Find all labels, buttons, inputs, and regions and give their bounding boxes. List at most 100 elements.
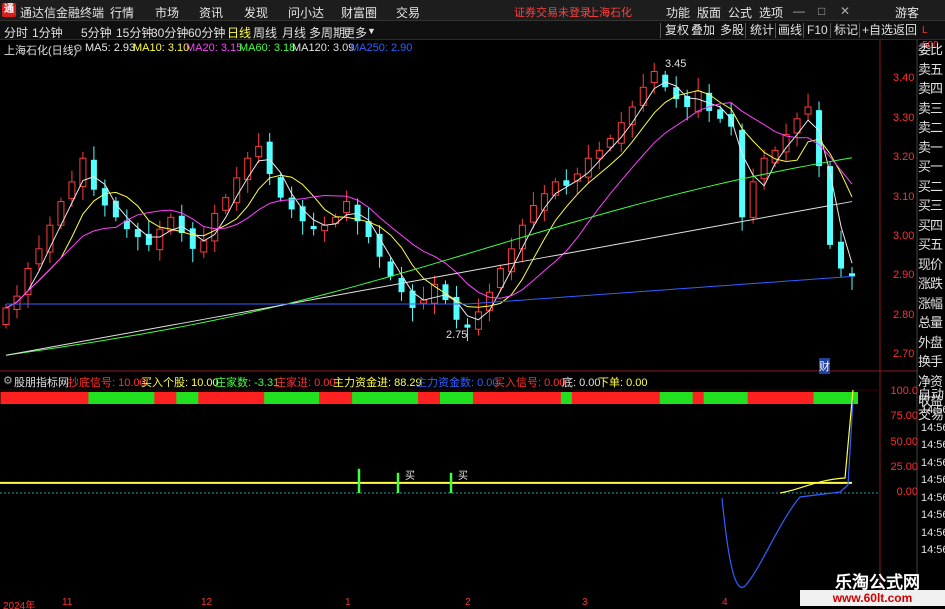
menu-caifuquan[interactable]: 财富圈 — [341, 4, 377, 21]
ma5-label: MA5: 2.93 — [85, 42, 136, 54]
signal-bar — [33, 392, 45, 404]
divider — [660, 23, 661, 38]
date-year: 2024年 — [3, 601, 36, 609]
menu-gongshi[interactable]: 公式 — [728, 4, 752, 21]
signal-bar — [154, 392, 166, 404]
time-tick-5: 14:56 — [921, 491, 945, 504]
quote-field-10[interactable]: 买五 — [918, 235, 945, 255]
ind-zhuangjiajin: 庄家进: 0.00 — [275, 377, 336, 389]
candle — [717, 109, 724, 119]
quote-field-0[interactable]: 委比 — [918, 40, 945, 60]
candle — [816, 110, 823, 167]
tab-1min[interactable]: 1分钟 — [32, 24, 63, 41]
candle — [485, 291, 493, 311]
candle — [145, 233, 152, 245]
quote-field-2[interactable]: 卖四 — [918, 79, 945, 99]
menu-xuanxiang[interactable]: 选项 — [759, 4, 783, 21]
candle — [453, 296, 460, 320]
tab-15min[interactable]: 15分钟 — [116, 24, 153, 41]
buy-label-1: 买 — [405, 471, 415, 482]
login-warning[interactable]: 证券交易未登录 — [514, 4, 591, 20]
signal-bar — [209, 392, 221, 404]
quote-field-8[interactable]: 买三 — [918, 196, 945, 216]
tab-gengduo[interactable]: 更多 — [343, 24, 367, 41]
candle — [101, 188, 108, 206]
signal-bar — [352, 392, 364, 404]
menu-jiaoyi[interactable]: 交易 — [396, 4, 420, 21]
signal-bar — [681, 392, 694, 404]
trade-field-0[interactable]: 自动 — [918, 385, 945, 405]
candle — [79, 157, 87, 188]
menu-faxian[interactable]: 发现 — [244, 4, 268, 21]
btn-fanhui[interactable]: 返回 — [893, 23, 917, 38]
candle — [332, 216, 340, 225]
signal-bar — [648, 392, 661, 404]
signal-bar — [714, 392, 727, 404]
menu-zixun[interactable]: 资讯 — [199, 4, 223, 21]
btn-duogu[interactable]: 多股 — [720, 23, 744, 38]
btn-diejia[interactable]: 叠加 — [691, 23, 715, 38]
quote-field-7[interactable]: 买二 — [918, 177, 945, 197]
btn-biaoji[interactable]: 标记 — [834, 23, 858, 38]
tab-rixian[interactable]: 日线 — [227, 24, 251, 41]
candle — [474, 311, 482, 330]
candle — [13, 295, 21, 311]
more-chevron-icon[interactable]: ▼ — [367, 26, 376, 36]
menu-gongneng[interactable]: 功能 — [666, 4, 690, 21]
ma-settings-icon[interactable]: ⚙ — [73, 42, 83, 55]
time-tick-2: 14:56 — [921, 439, 945, 451]
tab-5min[interactable]: 5分钟 — [81, 24, 112, 41]
signal-bar — [55, 392, 67, 404]
main-force-curve — [779, 389, 854, 494]
close-icon[interactable]: ✕ — [840, 4, 850, 18]
restore-icon[interactable]: □ — [818, 4, 825, 18]
candle — [430, 283, 438, 304]
candle — [793, 118, 801, 134]
guest-user[interactable]: 游客 — [895, 4, 919, 21]
quote-field-13[interactable]: 涨幅 — [918, 294, 945, 314]
menu-shichang[interactable]: 市场 — [155, 4, 179, 21]
quote-field-1[interactable]: 卖五 — [918, 60, 945, 80]
candle — [200, 240, 208, 253]
signal-bar — [659, 392, 672, 404]
date-mar: 3 — [582, 597, 588, 608]
btn-zixuan[interactable]: +自选 — [862, 23, 893, 38]
candle — [90, 159, 97, 190]
quote-field-16[interactable]: 换手 — [918, 352, 945, 372]
minimize-icon[interactable]: — — [793, 4, 805, 18]
quote-field-5[interactable]: 卖一 — [918, 138, 945, 158]
signal-bar — [198, 392, 210, 404]
signal-bar — [846, 392, 858, 404]
tab-zhouxian[interactable]: 周线 — [253, 24, 277, 41]
btn-huaxian[interactable]: 画线 — [778, 23, 802, 38]
quote-field-15[interactable]: 外盘 — [918, 333, 945, 353]
menu-wenxiaoda[interactable]: 问小达 — [288, 4, 324, 21]
menu-banmian[interactable]: 版面 — [697, 4, 721, 21]
tab-60min[interactable]: 60分钟 — [188, 24, 225, 41]
buy-label-2: 买 — [458, 471, 468, 482]
quote-field-9[interactable]: 买四 — [918, 216, 945, 236]
quote-field-6[interactable]: 买一 — [918, 157, 945, 177]
tab-30min[interactable]: 30分钟 — [151, 24, 188, 41]
candle — [584, 157, 592, 178]
btn-tongji[interactable]: 统计 — [750, 23, 774, 38]
indicator-settings-icon[interactable]: ⚙ — [3, 374, 13, 387]
tab-fenshi[interactable]: 分时 — [4, 24, 28, 41]
quote-field-14[interactable]: 总量 — [918, 313, 945, 333]
quote-field-4[interactable]: 卖二 — [918, 118, 945, 138]
candle — [617, 122, 625, 144]
btn-f10[interactable]: F10 — [807, 23, 828, 38]
quote-field-11[interactable]: 现价 — [918, 255, 945, 275]
menu-hangqing[interactable]: 行情 — [110, 4, 134, 21]
btn-fuquan[interactable]: 复权 — [665, 23, 689, 38]
quote-field-12[interactable]: 涨跌 — [918, 274, 945, 294]
quote-field-3[interactable]: 卖三 — [918, 99, 945, 119]
signal-bar — [396, 392, 408, 404]
signal-bar — [472, 392, 485, 404]
signal-bar — [253, 392, 265, 404]
tab-yuexian[interactable]: 月线 — [282, 24, 306, 41]
tab-duozhouqi[interactable]: 多周期 — [309, 24, 345, 41]
signal-bar — [374, 392, 386, 404]
candle — [288, 197, 295, 210]
candle — [728, 114, 735, 127]
